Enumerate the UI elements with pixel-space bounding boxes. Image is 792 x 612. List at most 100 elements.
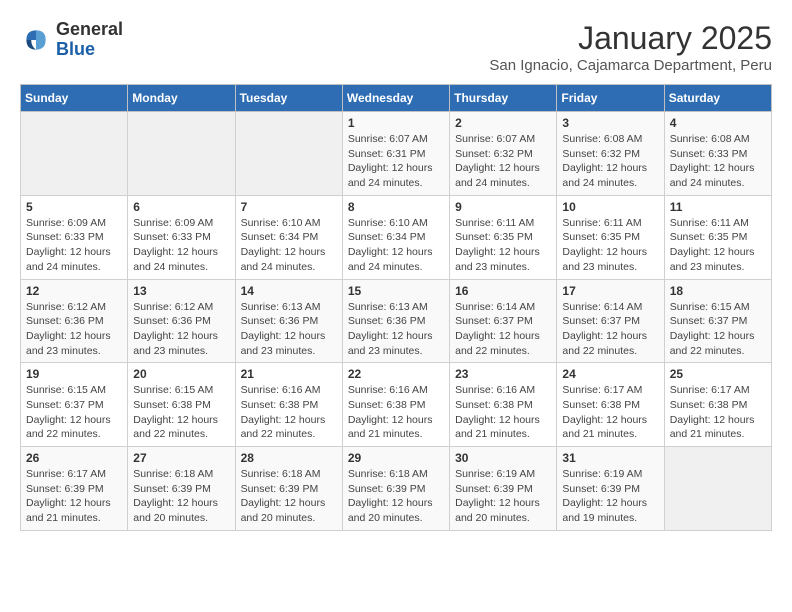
day-number: 29 bbox=[348, 451, 444, 465]
calendar-cell: 24 Sunrise: 6:17 AMSunset: 6:38 PMDayligh… bbox=[557, 363, 664, 447]
day-info: Sunrise: 6:12 AMSunset: 6:36 PMDaylight:… bbox=[26, 300, 122, 359]
day-info: Sunrise: 6:08 AMSunset: 6:32 PMDaylight:… bbox=[562, 132, 658, 191]
day-info: Sunrise: 6:14 AMSunset: 6:37 PMDaylight:… bbox=[455, 300, 551, 359]
day-number: 4 bbox=[670, 116, 766, 130]
day-number: 28 bbox=[241, 451, 337, 465]
day-info: Sunrise: 6:07 AMSunset: 6:32 PMDaylight:… bbox=[455, 132, 551, 191]
page-title: January 2025 bbox=[489, 20, 772, 57]
day-info: Sunrise: 6:08 AMSunset: 6:33 PMDaylight:… bbox=[670, 132, 766, 191]
day-number: 15 bbox=[348, 284, 444, 298]
calendar-week-1: 1 Sunrise: 6:07 AMSunset: 6:31 PMDaylight… bbox=[21, 112, 772, 196]
day-number: 7 bbox=[241, 200, 337, 214]
weekday-header-thursday: Thursday bbox=[450, 85, 557, 112]
day-number: 26 bbox=[26, 451, 122, 465]
day-info: Sunrise: 6:17 AMSunset: 6:38 PMDaylight:… bbox=[562, 383, 658, 442]
logo-icon bbox=[20, 24, 52, 56]
day-info: Sunrise: 6:11 AMSunset: 6:35 PMDaylight:… bbox=[455, 216, 551, 275]
calendar-cell: 25 Sunrise: 6:17 AMSunset: 6:38 PMDayligh… bbox=[664, 363, 771, 447]
page-header: General Blue January 2025 San Ignacio, C… bbox=[20, 20, 772, 74]
calendar-cell: 19Sunrise: 6:15 AMSunset: 6:37 PMDayligh… bbox=[21, 363, 128, 447]
day-number: 3 bbox=[562, 116, 658, 130]
day-info: Sunrise: 6:11 AMSunset: 6:35 PMDaylight:… bbox=[562, 216, 658, 275]
day-number: 24 bbox=[562, 367, 658, 381]
calendar-cell: 31Sunrise: 6:19 AMSunset: 6:39 PMDayligh… bbox=[557, 447, 664, 531]
day-number: 2 bbox=[455, 116, 551, 130]
day-number: 25 bbox=[670, 367, 766, 381]
day-number: 18 bbox=[670, 284, 766, 298]
day-number: 22 bbox=[348, 367, 444, 381]
day-info: Sunrise: 6:16 AMSunset: 6:38 PMDaylight:… bbox=[455, 383, 551, 442]
title-block: January 2025 San Ignacio, Cajamarca Depa… bbox=[489, 20, 772, 74]
day-info: Sunrise: 6:17 AMSunset: 6:38 PMDaylight:… bbox=[670, 383, 766, 442]
weekday-header-monday: Monday bbox=[128, 85, 235, 112]
calendar-cell: 7Sunrise: 6:10 AMSunset: 6:34 PMDaylight… bbox=[235, 195, 342, 279]
weekday-header-wednesday: Wednesday bbox=[342, 85, 449, 112]
day-number: 9 bbox=[455, 200, 551, 214]
calendar-cell: 1 Sunrise: 6:07 AMSunset: 6:31 PMDaylight… bbox=[342, 112, 449, 196]
calendar-cell bbox=[128, 112, 235, 196]
day-info: Sunrise: 6:10 AMSunset: 6:34 PMDaylight:… bbox=[348, 216, 444, 275]
calendar-cell: 10Sunrise: 6:11 AMSunset: 6:35 PMDayligh… bbox=[557, 195, 664, 279]
weekday-header-friday: Friday bbox=[557, 85, 664, 112]
calendar-cell: 12Sunrise: 6:12 AMSunset: 6:36 PMDayligh… bbox=[21, 279, 128, 363]
day-number: 5 bbox=[26, 200, 122, 214]
day-info: Sunrise: 6:09 AMSunset: 6:33 PMDaylight:… bbox=[26, 216, 122, 275]
day-number: 11 bbox=[670, 200, 766, 214]
calendar-cell: 3 Sunrise: 6:08 AMSunset: 6:32 PMDaylight… bbox=[557, 112, 664, 196]
day-info: Sunrise: 6:16 AMSunset: 6:38 PMDaylight:… bbox=[241, 383, 337, 442]
day-info: Sunrise: 6:18 AMSunset: 6:39 PMDaylight:… bbox=[133, 467, 229, 526]
page-subtitle: San Ignacio, Cajamarca Department, Peru bbox=[489, 57, 772, 74]
day-info: Sunrise: 6:13 AMSunset: 6:36 PMDaylight:… bbox=[241, 300, 337, 359]
day-info: Sunrise: 6:17 AMSunset: 6:39 PMDaylight:… bbox=[26, 467, 122, 526]
calendar-cell: 21 Sunrise: 6:16 AMSunset: 6:38 PMDayligh… bbox=[235, 363, 342, 447]
day-info: Sunrise: 6:09 AMSunset: 6:33 PMDaylight:… bbox=[133, 216, 229, 275]
day-number: 20 bbox=[133, 367, 229, 381]
calendar-header: SundayMondayTuesdayWednesdayThursdayFrid… bbox=[21, 85, 772, 112]
day-number: 13 bbox=[133, 284, 229, 298]
calendar-week-4: 19Sunrise: 6:15 AMSunset: 6:37 PMDayligh… bbox=[21, 363, 772, 447]
day-number: 1 bbox=[348, 116, 444, 130]
weekday-header-saturday: Saturday bbox=[664, 85, 771, 112]
logo-general: General bbox=[56, 20, 123, 40]
day-number: 27 bbox=[133, 451, 229, 465]
calendar-cell: 2 Sunrise: 6:07 AMSunset: 6:32 PMDaylight… bbox=[450, 112, 557, 196]
calendar-table: SundayMondayTuesdayWednesdayThursdayFrid… bbox=[20, 84, 772, 531]
calendar-cell: 14 Sunrise: 6:13 AMSunset: 6:36 PMDayligh… bbox=[235, 279, 342, 363]
day-number: 17 bbox=[562, 284, 658, 298]
calendar-cell: 16Sunrise: 6:14 AMSunset: 6:37 PMDayligh… bbox=[450, 279, 557, 363]
logo: General Blue bbox=[20, 20, 123, 60]
day-info: Sunrise: 6:14 AMSunset: 6:37 PMDaylight:… bbox=[562, 300, 658, 359]
calendar-cell: 23 Sunrise: 6:16 AMSunset: 6:38 PMDayligh… bbox=[450, 363, 557, 447]
weekday-row: SundayMondayTuesdayWednesdayThursdayFrid… bbox=[21, 85, 772, 112]
day-info: Sunrise: 6:18 AMSunset: 6:39 PMDaylight:… bbox=[348, 467, 444, 526]
calendar-cell: 9 Sunrise: 6:11 AMSunset: 6:35 PMDaylight… bbox=[450, 195, 557, 279]
day-number: 23 bbox=[455, 367, 551, 381]
day-info: Sunrise: 6:12 AMSunset: 6:36 PMDaylight:… bbox=[133, 300, 229, 359]
calendar-cell: 6 Sunrise: 6:09 AMSunset: 6:33 PMDaylight… bbox=[128, 195, 235, 279]
calendar-cell bbox=[21, 112, 128, 196]
day-info: Sunrise: 6:15 AMSunset: 6:37 PMDaylight:… bbox=[26, 383, 122, 442]
day-number: 6 bbox=[133, 200, 229, 214]
calendar-cell: 18 Sunrise: 6:15 AMSunset: 6:37 PMDayligh… bbox=[664, 279, 771, 363]
day-info: Sunrise: 6:13 AMSunset: 6:36 PMDaylight:… bbox=[348, 300, 444, 359]
calendar-cell: 26 Sunrise: 6:17 AMSunset: 6:39 PMDayligh… bbox=[21, 447, 128, 531]
calendar-body: 1 Sunrise: 6:07 AMSunset: 6:31 PMDaylight… bbox=[21, 112, 772, 531]
calendar-cell: 28 Sunrise: 6:18 AMSunset: 6:39 PMDayligh… bbox=[235, 447, 342, 531]
calendar-week-2: 5 Sunrise: 6:09 AMSunset: 6:33 PMDaylight… bbox=[21, 195, 772, 279]
calendar-cell bbox=[664, 447, 771, 531]
day-number: 21 bbox=[241, 367, 337, 381]
calendar-cell: 13 Sunrise: 6:12 AMSunset: 6:36 PMDayligh… bbox=[128, 279, 235, 363]
day-info: Sunrise: 6:19 AMSunset: 6:39 PMDaylight:… bbox=[455, 467, 551, 526]
day-info: Sunrise: 6:15 AMSunset: 6:37 PMDaylight:… bbox=[670, 300, 766, 359]
day-number: 14 bbox=[241, 284, 337, 298]
calendar-week-5: 26 Sunrise: 6:17 AMSunset: 6:39 PMDayligh… bbox=[21, 447, 772, 531]
calendar-cell: 17 Sunrise: 6:14 AMSunset: 6:37 PMDayligh… bbox=[557, 279, 664, 363]
day-info: Sunrise: 6:07 AMSunset: 6:31 PMDaylight:… bbox=[348, 132, 444, 191]
calendar-cell: 4 Sunrise: 6:08 AMSunset: 6:33 PMDaylight… bbox=[664, 112, 771, 196]
calendar-cell: 22 Sunrise: 6:16 AMSunset: 6:38 PMDayligh… bbox=[342, 363, 449, 447]
day-info: Sunrise: 6:16 AMSunset: 6:38 PMDaylight:… bbox=[348, 383, 444, 442]
day-info: Sunrise: 6:18 AMSunset: 6:39 PMDaylight:… bbox=[241, 467, 337, 526]
day-number: 31 bbox=[562, 451, 658, 465]
calendar-cell: 11Sunrise: 6:11 AMSunset: 6:35 PMDayligh… bbox=[664, 195, 771, 279]
calendar-cell: 30Sunrise: 6:19 AMSunset: 6:39 PMDayligh… bbox=[450, 447, 557, 531]
